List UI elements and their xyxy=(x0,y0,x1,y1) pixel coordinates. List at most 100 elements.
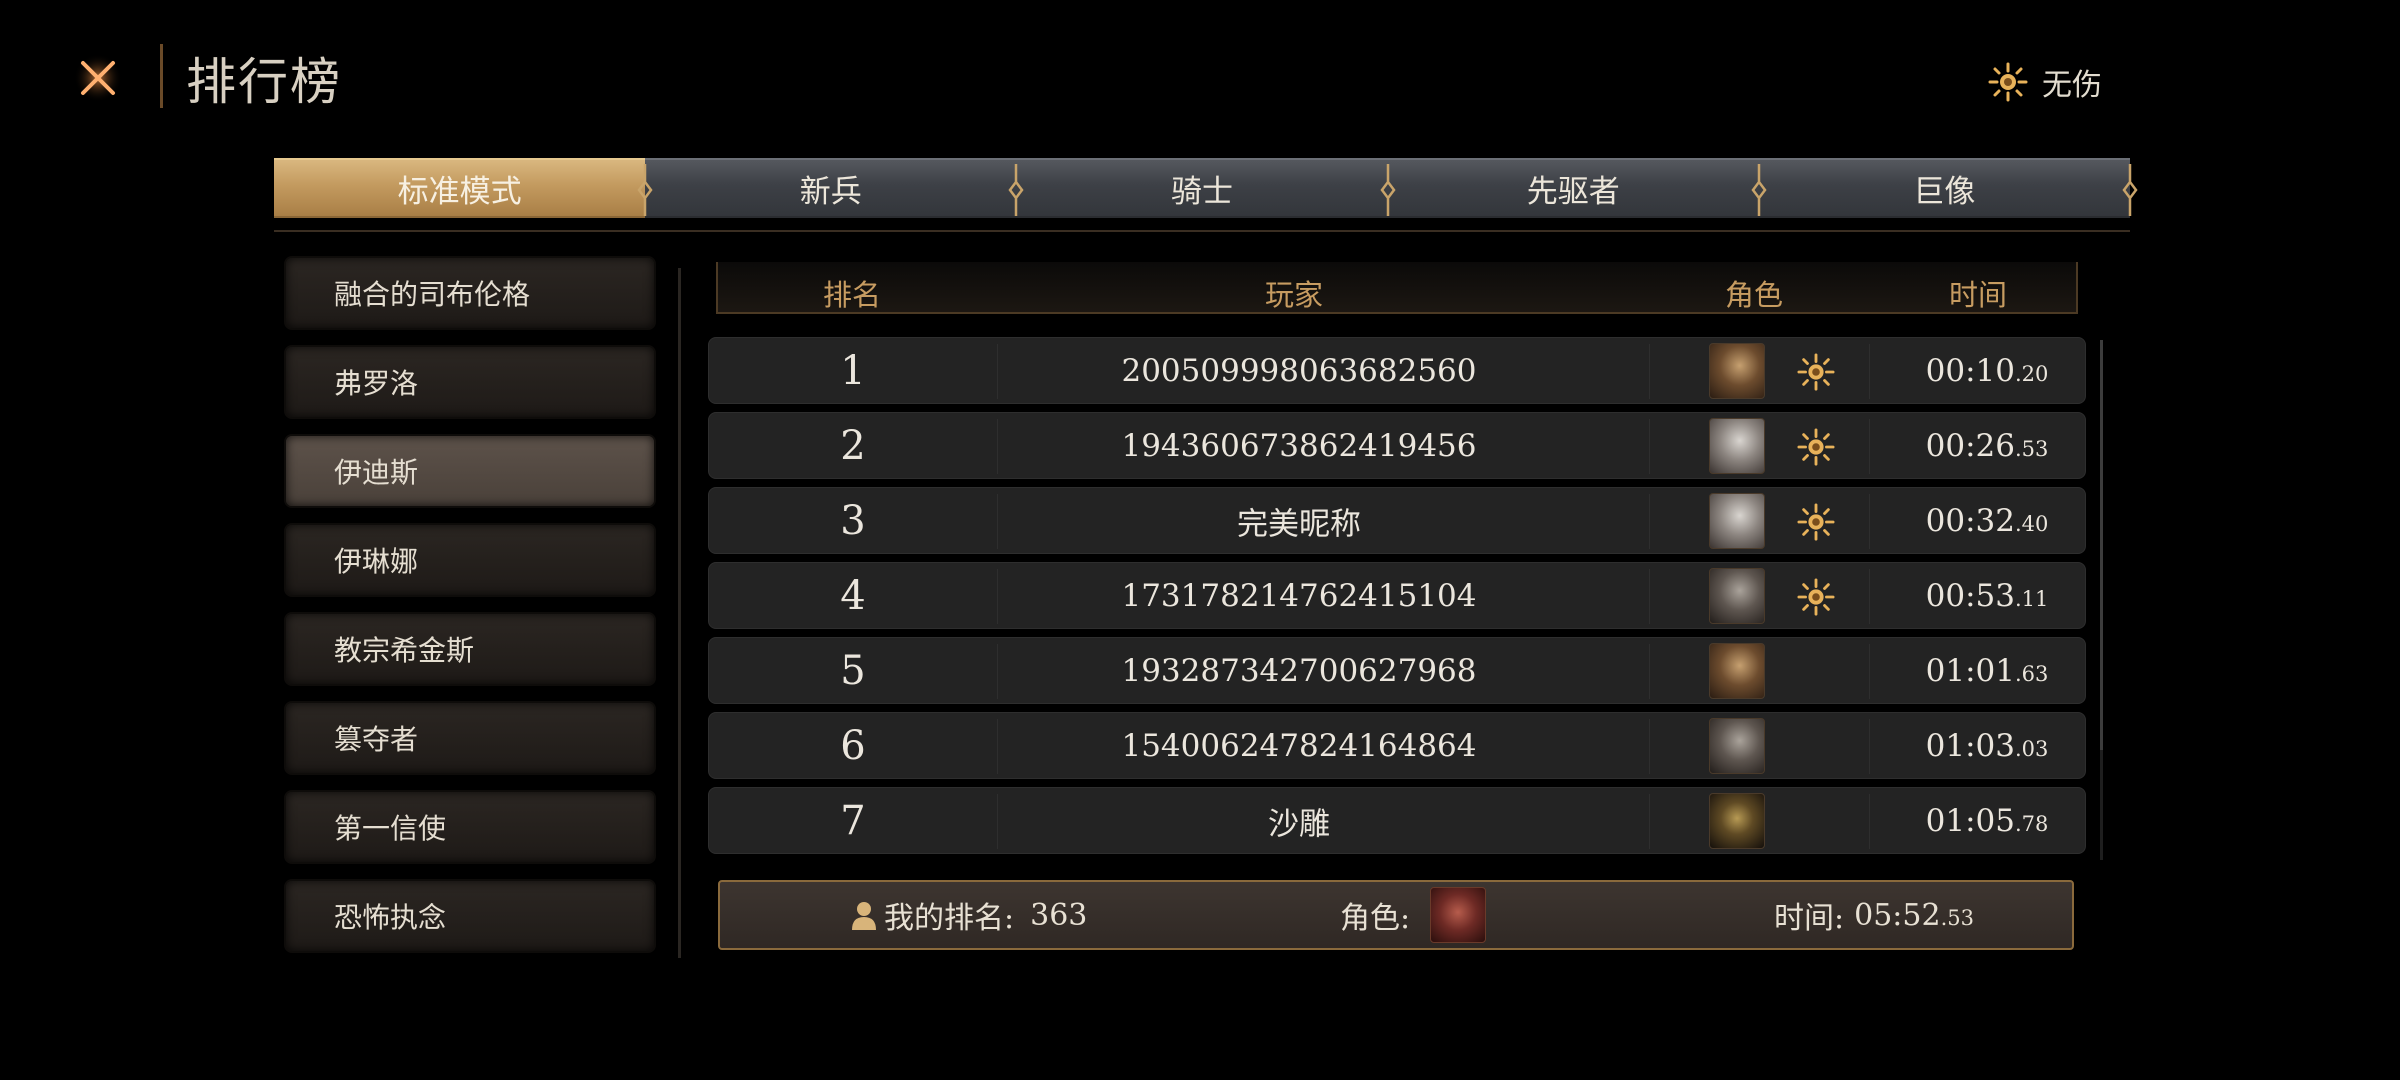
time-main: 00:26 xyxy=(1925,427,2015,464)
time-fraction: .20 xyxy=(2014,361,2049,386)
my-role-label: 角色: xyxy=(1340,901,1411,936)
time-fraction: .40 xyxy=(2014,511,2049,536)
time-main: 00:53 xyxy=(1925,577,2015,614)
scrollbar-thumb[interactable] xyxy=(2100,340,2103,750)
player-cell: 154006247824164864 xyxy=(1121,727,1477,764)
column-divider xyxy=(1649,419,1650,474)
close-button[interactable] xyxy=(70,50,126,106)
time-main: 01:05 xyxy=(1925,802,2015,839)
boss-item[interactable]: 弗罗洛 xyxy=(284,345,656,419)
player-cell: 193287342700627968 xyxy=(1121,652,1477,689)
table-row[interactable]: 1 200509998063682560 00:10.20 xyxy=(708,337,2086,404)
sun-badge-icon xyxy=(1797,428,1835,466)
leaderboard-rows: 1 200509998063682560 00:10.20 2 19436067… xyxy=(708,337,2086,862)
column-divider xyxy=(1869,569,1870,624)
my-rank-group: 我的排名: 363 xyxy=(850,893,1087,937)
column-divider xyxy=(1869,644,1870,699)
column-divider xyxy=(1649,719,1650,774)
title-divider xyxy=(160,44,163,108)
tab-label: 新兵 xyxy=(799,173,862,210)
mode-label: 无伤 xyxy=(2042,68,2102,103)
player-cell: 200509998063682560 xyxy=(1121,352,1477,389)
boss-item[interactable]: 第一信使 xyxy=(284,790,656,864)
column-divider xyxy=(997,494,998,549)
boss-name: 恐怖执念 xyxy=(334,901,447,934)
boss-item[interactable]: 恐怖执念 xyxy=(284,879,656,953)
time-fraction: .53 xyxy=(2014,436,2049,461)
difficulty-tabs: 标准模式 新兵 骑士 先驱者 巨像 xyxy=(274,158,2138,218)
tab-label: 骑士 xyxy=(1171,173,1233,210)
boss-item[interactable]: 教宗希金斯 xyxy=(284,612,656,686)
boss-name: 篡夺者 xyxy=(334,723,419,756)
time-cell: 01:05.78 xyxy=(1926,803,2049,839)
table-row[interactable]: 5 193287342700627968 01:01.63 xyxy=(708,637,2086,704)
column-divider xyxy=(1869,419,1870,474)
player-cell: 沙雕 xyxy=(1268,806,1330,842)
tab-label: 标准模式 xyxy=(397,173,522,210)
rank-cell: 5 xyxy=(840,647,866,694)
time-cell: 00:32.40 xyxy=(1926,503,2049,539)
column-divider xyxy=(1649,644,1650,699)
column-divider xyxy=(997,719,998,774)
tab-divider-ornament xyxy=(1380,164,1396,216)
boss-item[interactable]: 伊琳娜 xyxy=(284,523,656,597)
sidebar-divider xyxy=(678,268,681,958)
tab-colossus[interactable]: 巨像 xyxy=(1758,158,2138,218)
table-row[interactable]: 4 173178214762415104 00:53.11 xyxy=(708,562,2086,629)
character-avatar xyxy=(1709,718,1765,774)
column-divider xyxy=(997,569,998,624)
boss-item[interactable]: 融合的司布伦格 xyxy=(284,256,656,330)
column-divider xyxy=(1869,344,1870,399)
table-row[interactable]: 6 154006247824164864 01:03.03 xyxy=(708,712,2086,779)
time-main: 00:10 xyxy=(1925,352,2015,389)
column-divider xyxy=(997,644,998,699)
column-divider xyxy=(1649,569,1650,624)
tab-label: 巨像 xyxy=(1913,173,1976,210)
sun-badge-icon xyxy=(1797,503,1835,541)
time-cell: 01:01.63 xyxy=(1926,653,2049,689)
boss-name: 融合的司布伦格 xyxy=(334,278,531,311)
header-player: 玩家 xyxy=(1264,278,1324,312)
rank-cell: 2 xyxy=(840,422,866,469)
time-cell: 00:10.20 xyxy=(1926,353,2049,389)
boss-item-selected[interactable]: 伊迪斯 xyxy=(284,434,656,508)
sun-badge-icon xyxy=(1988,62,2028,102)
time-main: 00:32 xyxy=(1925,502,2015,539)
boss-list: 融合的司布伦格 弗罗洛 伊迪斯 伊琳娜 教宗希金斯 篡夺者 第一信使 恐怖执念 xyxy=(284,256,656,968)
boss-name: 第一信使 xyxy=(334,812,447,845)
time-cell: 01:03.03 xyxy=(1926,728,2049,764)
my-character-avatar xyxy=(1430,887,1487,943)
header-time: 时间 xyxy=(1948,278,2008,312)
header-rank: 排名 xyxy=(822,278,882,312)
close-icon xyxy=(74,54,122,102)
time-fraction: .11 xyxy=(2014,586,2049,611)
table-row[interactable]: 7 沙雕 01:05.78 xyxy=(708,787,2086,854)
rank-cell: 4 xyxy=(840,572,866,619)
leaderboard-header: 排名 玩家 角色 时间 xyxy=(716,262,2078,314)
tab-pioneer[interactable]: 先驱者 xyxy=(1387,158,1767,218)
time-fraction: .03 xyxy=(2014,736,2049,761)
column-divider xyxy=(1869,719,1870,774)
my-rank-label: 我的排名: xyxy=(884,901,1015,936)
column-divider xyxy=(1869,794,1870,849)
tab-recruit[interactable]: 新兵 xyxy=(645,158,1024,218)
rank-cell: 7 xyxy=(840,797,866,844)
tab-label: 先驱者 xyxy=(1526,173,1620,210)
boss-item[interactable]: 篡夺者 xyxy=(284,701,656,775)
column-divider xyxy=(997,794,998,849)
character-avatar xyxy=(1709,568,1765,624)
boss-name: 伊琳娜 xyxy=(334,545,419,578)
tab-divider-ornament xyxy=(637,164,653,216)
tab-standard[interactable]: 标准模式 xyxy=(274,158,653,218)
my-time-main: 05:52 xyxy=(1854,897,1941,933)
tab-knight[interactable]: 骑士 xyxy=(1016,158,1396,218)
rank-cell: 3 xyxy=(840,497,866,544)
table-row[interactable]: 2 194360673862419456 00:26.53 xyxy=(708,412,2086,479)
time-main: 01:01 xyxy=(1925,652,2015,689)
boss-name: 弗罗洛 xyxy=(334,367,419,400)
player-cell: 173178214762415104 xyxy=(1121,577,1477,614)
no-damage-mode-toggle[interactable]: 无伤 xyxy=(1988,60,2102,104)
character-avatar xyxy=(1709,793,1765,849)
character-avatar xyxy=(1709,643,1765,699)
table-row[interactable]: 3 完美昵称 00:32.40 xyxy=(708,487,2086,554)
